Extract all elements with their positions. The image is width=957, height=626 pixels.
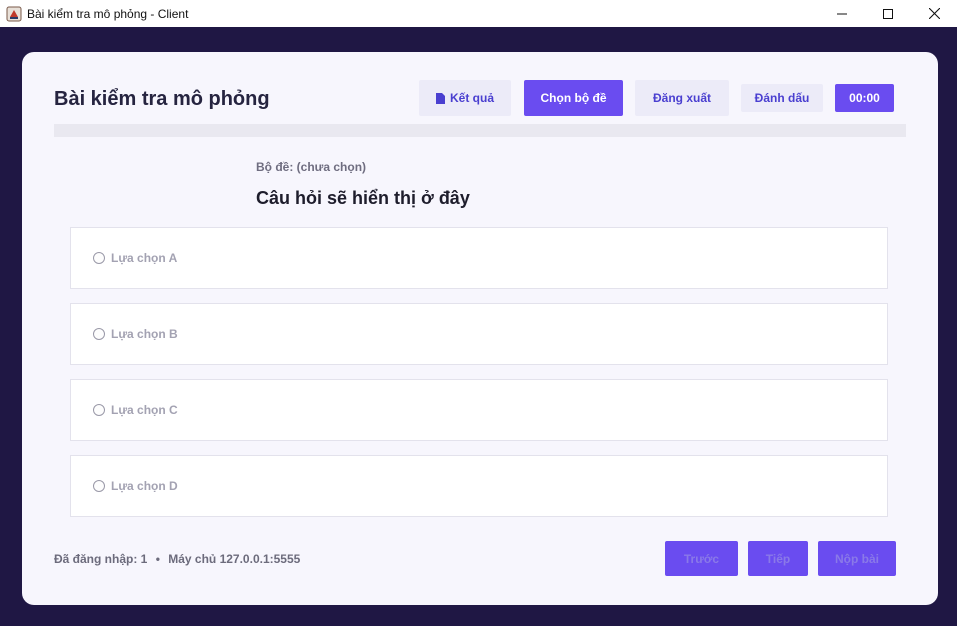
next-button-label: Tiếp <box>765 551 791 566</box>
minimize-icon <box>837 13 847 14</box>
timer-value: 00:00 <box>849 91 880 105</box>
next-button[interactable]: Tiếp <box>748 541 808 576</box>
login-status: Đã đăng nhập: 1 <box>54 552 148 566</box>
app-background: Bài kiểm tra mô phỏng Kết quả Chọn bộ đề… <box>0 27 957 626</box>
progress-bar <box>54 124 906 137</box>
document-icon <box>435 92 445 104</box>
answer-option-b[interactable]: Lựa chọn B <box>70 303 888 365</box>
close-button[interactable] <box>911 0 957 27</box>
submit-button[interactable]: Nộp bài <box>818 541 896 576</box>
window-titlebar: Bài kiểm tra mô phỏng - Client <box>0 0 957 27</box>
quiz-card: Bài kiểm tra mô phỏng Kết quả Chọn bộ đề… <box>22 52 938 605</box>
logout-button[interactable]: Đăng xuất <box>635 80 729 116</box>
answer-option-label: Lựa chọn C <box>111 403 178 417</box>
logout-button-label: Đăng xuất <box>652 91 711 105</box>
mark-button-label: Đánh dấu <box>754 91 810 105</box>
question-text: Câu hỏi sẽ hiển thị ở đây <box>256 188 470 208</box>
page-title: Bài kiểm tra mô phỏng <box>54 88 270 110</box>
mark-button[interactable]: Đánh dấu <box>741 84 823 112</box>
question-set-label: Bộ đề: (chưa chọn) <box>256 160 367 174</box>
window-title: Bài kiểm tra mô phỏng - Client <box>27 6 189 21</box>
status-bar: Đã đăng nhập: 1 • Máy chủ 127.0.0.1:5555 <box>54 552 300 566</box>
maximize-icon <box>883 8 893 19</box>
results-button-label: Kết quả <box>449 91 494 105</box>
timer-display: 00:00 <box>835 84 894 112</box>
answer-option-a[interactable]: Lựa chọn A <box>70 227 888 289</box>
radio-button[interactable] <box>93 480 105 492</box>
maximize-button[interactable] <box>865 0 911 27</box>
status-separator: • <box>155 552 160 566</box>
answer-option-label: Lựa chọn D <box>111 479 178 493</box>
radio-button[interactable] <box>93 328 105 340</box>
answer-option-label: Lựa chọn B <box>111 327 178 341</box>
results-button[interactable]: Kết quả <box>419 80 511 116</box>
java-app-icon <box>6 6 22 22</box>
choose-set-button-label: Chọn bộ đề <box>540 91 607 105</box>
minimize-button[interactable] <box>819 0 865 27</box>
answer-option-c[interactable]: Lựa chọn C <box>70 379 888 441</box>
close-icon <box>928 8 940 19</box>
radio-button[interactable] <box>93 252 105 264</box>
previous-button-label: Trước <box>683 551 720 566</box>
answer-option-label: Lựa chọn A <box>111 251 178 265</box>
answer-option-d[interactable]: Lựa chọn D <box>70 455 888 517</box>
previous-button[interactable]: Trước <box>665 541 738 576</box>
server-status: Máy chủ 127.0.0.1:5555 <box>168 552 301 566</box>
submit-button-label: Nộp bài <box>835 551 879 566</box>
choose-set-button[interactable]: Chọn bộ đề <box>524 80 623 116</box>
radio-button[interactable] <box>93 404 105 416</box>
